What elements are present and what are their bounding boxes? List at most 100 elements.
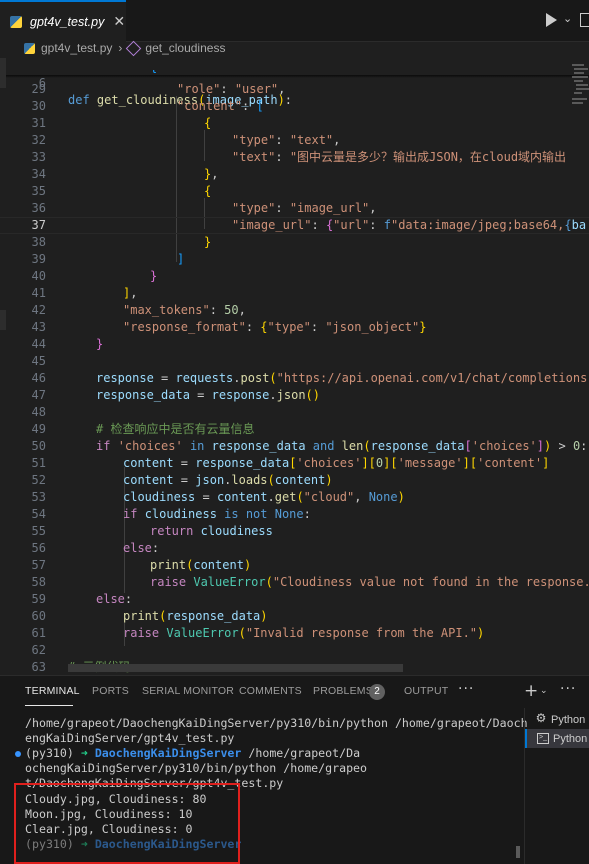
command-decoration-icon[interactable]	[15, 751, 21, 757]
tab-comments[interactable]: COMMENTS	[239, 685, 302, 697]
line-number: 31	[31, 116, 46, 130]
code-line[interactable]: 30 "content": [	[0, 98, 589, 115]
code-line[interactable]: 50 if 'choices' in response_data and len(…	[0, 438, 589, 455]
chevron-down-icon[interactable]: ⌄	[563, 12, 572, 25]
tab-output[interactable]: OUTPUT	[404, 685, 448, 697]
scroll-marker	[0, 310, 6, 330]
breadcrumb: gpt4v_test.py › get_cloudiness	[0, 38, 589, 58]
code-line[interactable]: 57 print(content)	[0, 557, 589, 574]
code-line[interactable]: 48	[0, 404, 589, 421]
line-number: 50	[31, 439, 46, 453]
code-text: "type": "text",	[232, 133, 341, 147]
code-text: print(content)	[150, 558, 252, 572]
breadcrumb-file[interactable]: gpt4v_test.py	[41, 41, 112, 55]
panel-tab-bar: TERMINAL PORTS SERIAL MONITOR COMMENTS P…	[0, 676, 589, 708]
tab-problems[interactable]: PROBLEMS	[313, 685, 373, 697]
code-line[interactable]: 53 cloudiness = content.get("cloud", None…	[0, 489, 589, 506]
code-text: print(response_data)	[123, 609, 268, 623]
code-line[interactable]: 41],	[0, 285, 589, 302]
line-number: 47	[31, 388, 46, 402]
code-line[interactable]: 58 raise ValueError("Cloudiness value not…	[0, 574, 589, 591]
code-line[interactable]: 49 # 检查响应中是否有云量信息	[0, 421, 589, 438]
more-icon[interactable]: ···	[560, 681, 576, 697]
tab-serial-monitor[interactable]: SERIAL MONITOR	[142, 685, 234, 697]
tab-terminal[interactable]: TERMINAL	[25, 685, 80, 697]
split-editor-icon[interactable]	[580, 13, 589, 27]
tab-ports[interactable]: PORTS	[92, 685, 129, 697]
line-number: 56	[31, 541, 46, 555]
run-icon[interactable]	[546, 13, 557, 27]
highlight-box	[14, 783, 240, 864]
active-tab-indicator	[25, 705, 73, 706]
line-number: 36	[31, 201, 46, 215]
minimap[interactable]	[570, 58, 589, 148]
terminal-session-item[interactable]: ⚙ Python	[525, 710, 589, 729]
editor-tab-bar: gpt4v_test.py ✕ ⌄	[0, 0, 589, 42]
code-text: }	[150, 269, 158, 283]
code-line[interactable]: 46 response = requests.post("https://api.…	[0, 370, 589, 387]
terminal-session-label: Python	[551, 713, 586, 726]
code-editor[interactable]: 6 def get_cloudiness(image_path): { 29"r…	[0, 58, 589, 675]
terminal-session-item[interactable]: >_ Python	[525, 729, 589, 748]
code-text: raise ValueError("Invalid response from …	[123, 626, 485, 640]
code-line[interactable]: 35 {	[0, 183, 589, 200]
code-line[interactable]: 37 "image_url": {"url": f"data:image/jpeg…	[0, 217, 589, 234]
line-number: 49	[31, 422, 46, 436]
line-number: 30	[31, 99, 46, 113]
code-line[interactable]: 31 {	[0, 115, 589, 132]
gear-icon: ⚙	[535, 711, 547, 725]
tab-gpt4v-test[interactable]: gpt4v_test.py ✕	[0, 0, 126, 42]
line-number: 53	[31, 490, 46, 504]
code-text: else:	[123, 541, 160, 555]
code-text: "content": [	[177, 99, 264, 113]
line-number: 55	[31, 524, 46, 538]
code-line[interactable]: 44}	[0, 336, 589, 353]
code-line[interactable]: 60 print(response_data)	[0, 608, 589, 625]
code-line[interactable]: 45	[0, 353, 589, 370]
code-line[interactable]: 42 "max_tokens": 50,	[0, 302, 589, 319]
code-text: ]	[177, 252, 185, 266]
code-text: # 检查响应中是否有云量信息	[96, 422, 255, 436]
line-number: 33	[31, 150, 46, 164]
code-line[interactable]: 43 "response_format": {"type": "json_obje…	[0, 319, 589, 336]
code-text: },	[204, 167, 219, 181]
code-line[interactable]: 40}	[0, 268, 589, 285]
code-line[interactable]: 38}	[0, 234, 589, 251]
code-line[interactable]: 59 else:	[0, 591, 589, 608]
code-line[interactable]: 29 "role": "user",	[0, 81, 589, 98]
new-terminal-icon[interactable]: +	[524, 681, 538, 701]
code-line[interactable]: 62	[0, 642, 589, 659]
terminal-line: ochengKaiDingServer/py310/bin/python /ho…	[25, 761, 368, 775]
line-number: 45	[31, 354, 46, 368]
code-line[interactable]: 36 "type": "image_url",	[0, 200, 589, 217]
close-icon[interactable]: ✕	[113, 14, 125, 30]
line-number: 39	[31, 252, 46, 266]
chevron-down-icon[interactable]: ⌄	[540, 686, 548, 696]
code-line[interactable]: 47 response_data = response.json()	[0, 387, 589, 404]
code-line[interactable]: 34},	[0, 166, 589, 183]
code-text: content = response_data['choices'][0]['m…	[123, 456, 550, 470]
terminal-session-list: ⚙ Python >_ Python	[524, 708, 589, 864]
terminal-scrollbar[interactable]	[516, 846, 520, 858]
code-line[interactable]: 33 "text": "图中云量是多少？输出成JSON，在cloud域内输出	[0, 149, 589, 166]
code-line[interactable]: 52 content = json.loads(content)	[0, 472, 589, 489]
code-line[interactable]: 51 content = response_data['choices'][0][…	[0, 455, 589, 472]
code-line[interactable]: 54 if cloudiness is not None:	[0, 506, 589, 523]
code-text: "role": "user",	[177, 82, 286, 96]
code-line: {	[0, 70, 589, 76]
code-text: ],	[123, 286, 138, 300]
method-icon	[126, 40, 142, 56]
line-number: 44	[31, 337, 46, 351]
code-text: "type": "image_url",	[232, 201, 377, 215]
code-text: }	[96, 337, 104, 351]
code-line[interactable]: 61 raise ValueError("Invalid response fro…	[0, 625, 589, 642]
code-line[interactable]: 56 else:	[0, 540, 589, 557]
terminal-line: /home/grapeot/DaochengKaiDingServer/py31…	[25, 716, 528, 730]
code-line[interactable]: 32 "type": "text",	[0, 132, 589, 149]
more-icon[interactable]: ···	[458, 681, 474, 697]
breadcrumb-symbol[interactable]: get_cloudiness	[145, 41, 225, 55]
code-line[interactable]: 39]	[0, 251, 589, 268]
code-text: "max_tokens": 50,	[123, 303, 246, 317]
horizontal-scrollbar[interactable]	[68, 664, 403, 672]
code-line[interactable]: 55 return cloudiness	[0, 523, 589, 540]
